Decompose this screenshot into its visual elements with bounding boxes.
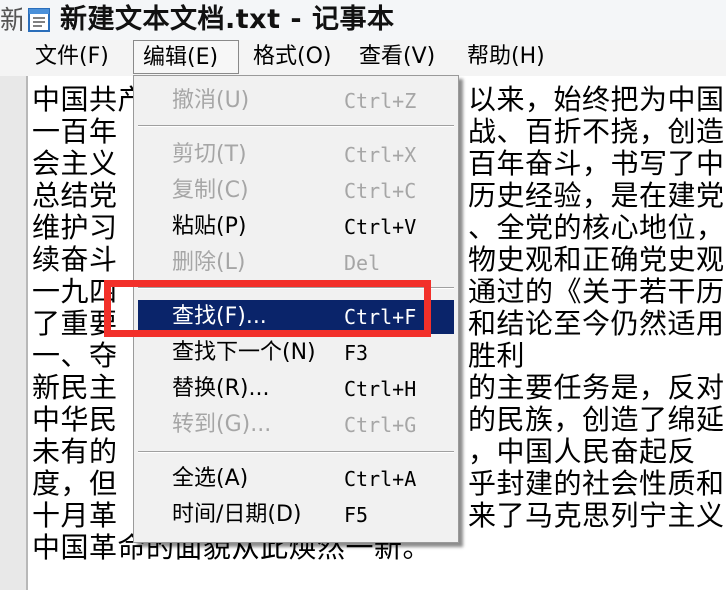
window-title: 新建文本文档.txt - 记事本: [60, 4, 395, 35]
menu-item-label: 转到(G)...: [172, 412, 272, 437]
menu-item-label: 替换(R)...: [172, 376, 270, 401]
menu-item-find-next[interactable]: 查找下一个(N) F3: [138, 336, 454, 370]
text-line: 度，但: [32, 467, 118, 500]
text-line-right: 战、百折不挠，创造: [468, 115, 725, 148]
menu-item-shortcut: Ctrl+H: [344, 377, 417, 401]
text-line-right: 历史经验，是在建党: [468, 179, 725, 212]
menu-item-delete[interactable]: 删除(L) Del: [138, 246, 454, 280]
text-line: 一百年: [32, 115, 118, 148]
text-line: 总结党: [32, 179, 118, 212]
menu-file[interactable]: 文件(F): [26, 40, 118, 74]
text-line-right: ，中国人民奋起反: [468, 435, 697, 468]
menu-item-copy[interactable]: 复制(C) Ctrl+C: [138, 174, 454, 208]
title-bar: 新 新建文本文档.txt - 记事本: [0, 0, 726, 40]
text-line: 中国共产: [32, 83, 147, 116]
menu-item-select-all[interactable]: 全选(A) Ctrl+A: [138, 462, 454, 496]
text-line-right: 来了马克思列宁主义: [468, 499, 725, 532]
text-line-right: 胜利: [468, 339, 526, 372]
menu-item-time-date[interactable]: 时间/日期(D) F5: [138, 498, 454, 532]
menu-item-shortcut: F5: [344, 503, 369, 527]
menu-edit[interactable]: 编辑(E): [133, 40, 239, 74]
text-line-right: 的民族，创造了绵延: [468, 403, 725, 436]
menu-item-shortcut: Del: [344, 251, 381, 275]
menu-item-paste[interactable]: 粘贴(P) Ctrl+V: [138, 210, 454, 244]
text-line-right: 、全党的核心地位，: [468, 211, 725, 244]
menu-item-label: 复制(C): [172, 178, 249, 203]
menu-separator: [138, 125, 454, 127]
text-line: 中华民: [32, 403, 118, 436]
menu-item-label: 全选(A): [172, 466, 249, 491]
menu-item-label: 删除(L): [172, 250, 246, 275]
menu-item-label: 剪切(T): [172, 142, 247, 167]
text-line: 维护习: [32, 211, 118, 244]
text-line: 十月革: [32, 499, 118, 532]
text-line-right: 乎封建的社会性质和: [468, 467, 725, 500]
menu-item-shortcut: Ctrl+V: [344, 215, 417, 239]
menu-help[interactable]: 帮助(H): [458, 40, 554, 74]
text-line-right: 的主要任务是，反对: [468, 371, 725, 404]
menu-item-label: 时间/日期(D): [172, 502, 302, 527]
partial-window-title-char: 新: [0, 6, 22, 36]
text-line: 未有的: [32, 435, 118, 468]
menu-separator: [138, 451, 454, 453]
menu-item-shortcut: Ctrl+C: [344, 179, 417, 203]
menu-bar: 文件(F) 编辑(E) 格式(O) 查看(V) 帮助(H): [0, 40, 726, 76]
menu-item-shortcut: F3: [344, 341, 369, 365]
menu-item-replace[interactable]: 替换(R)... Ctrl+H: [138, 372, 454, 406]
menu-item-goto[interactable]: 转到(G)... Ctrl+G: [138, 408, 454, 442]
menu-item-shortcut: Ctrl+X: [344, 143, 417, 167]
menu-item-shortcut: Ctrl+G: [344, 413, 417, 437]
text-line: 新民主: [32, 371, 118, 404]
menu-item-label: 查找下一个(N): [172, 340, 316, 365]
menu-format[interactable]: 格式(O): [244, 40, 340, 74]
text-line-right: 物史观和正确党史观: [468, 243, 725, 276]
text-line: 一、夺: [32, 339, 118, 372]
menu-item-cut[interactable]: 剪切(T) Ctrl+X: [138, 138, 454, 172]
red-highlight-box: [104, 280, 431, 337]
menu-item-undo[interactable]: 撤消(U) Ctrl+Z: [138, 84, 454, 118]
menu-item-label: 粘贴(P): [172, 214, 247, 239]
menu-item-shortcut: Ctrl+A: [344, 467, 417, 491]
notepad-icon: [28, 8, 50, 32]
menu-item-label: 撤消(U): [172, 88, 250, 113]
text-line-right: 以来，始终把为中国: [468, 83, 725, 116]
text-line-right: 百年奋斗，书写了中: [468, 147, 725, 180]
text-line-right: 和结论至今仍然适用: [468, 307, 725, 340]
text-line: 续奋斗: [32, 243, 118, 276]
text-line-right: 通过的《关于若干历: [468, 275, 725, 308]
text-line: 会主义: [32, 147, 118, 180]
menu-item-shortcut: Ctrl+Z: [344, 89, 417, 113]
menu-view[interactable]: 查看(V): [350, 40, 444, 74]
